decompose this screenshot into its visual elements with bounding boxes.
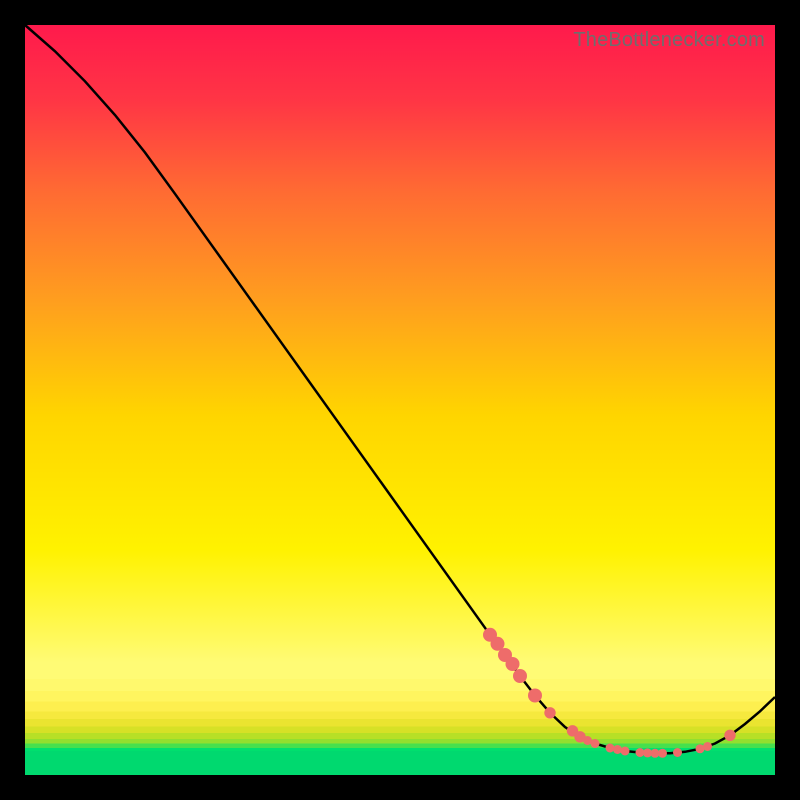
scatter-dot xyxy=(506,657,520,671)
curve-layer xyxy=(25,25,775,775)
scatter-dot xyxy=(658,749,667,758)
scatter-dot xyxy=(544,707,555,718)
plot-area: TheBottlenecker.com xyxy=(25,25,775,775)
scatter-dots xyxy=(483,628,736,758)
scatter-dot xyxy=(703,742,712,751)
scatter-dot xyxy=(724,730,735,741)
scatter-dot xyxy=(621,747,630,756)
chart-stage: TheBottlenecker.com xyxy=(0,0,800,800)
scatter-dot xyxy=(528,689,542,703)
scatter-dot xyxy=(606,744,615,753)
bottleneck-curve xyxy=(25,25,775,753)
scatter-dot xyxy=(513,669,527,683)
scatter-dot xyxy=(673,748,682,757)
scatter-dot xyxy=(591,739,600,748)
scatter-dot xyxy=(613,745,622,754)
